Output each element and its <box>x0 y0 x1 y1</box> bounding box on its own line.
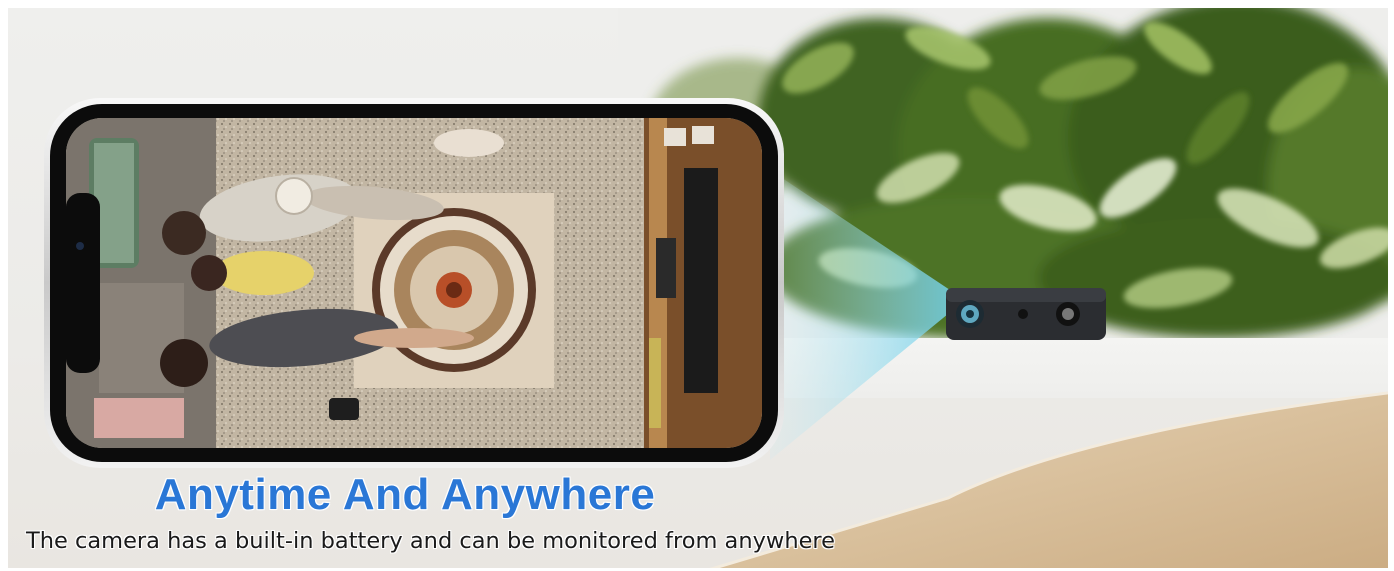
banner-background: Anytime And Anywhere The camera has a bu… <box>8 8 1388 568</box>
product-banner: Anytime And Anywhere The camera has a bu… <box>0 0 1394 571</box>
subheadline: The camera has a built-in battery and ca… <box>26 528 836 554</box>
phone-icon <box>44 98 784 468</box>
camera-icon <box>946 288 1106 340</box>
headline: Anytime And Anywhere <box>154 470 656 519</box>
